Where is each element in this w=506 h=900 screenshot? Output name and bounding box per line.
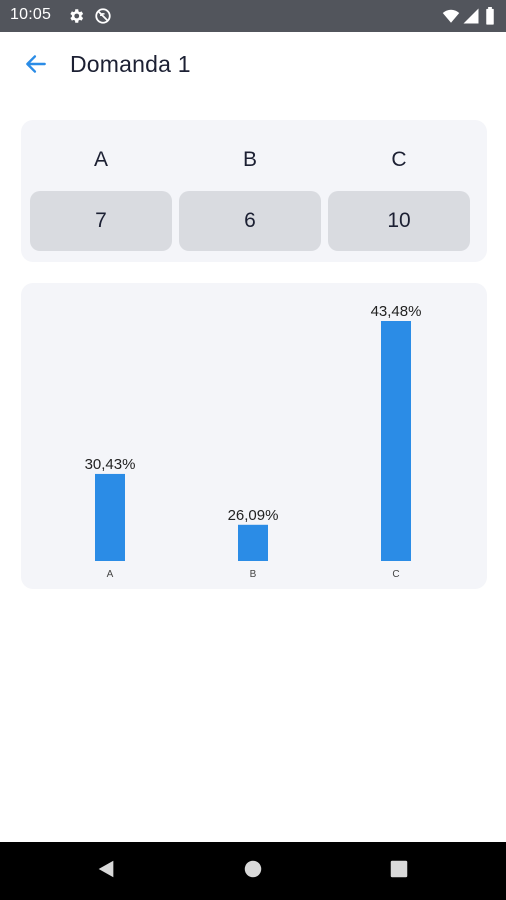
answer-label: A — [93, 148, 108, 171]
status-time: 10:05 — [10, 6, 52, 23]
answer-label: B — [242, 148, 257, 171]
settings-icon — [67, 7, 85, 25]
arrow-left-icon — [23, 51, 49, 82]
screen: 10:05 Domanda 1 A 7 B 6 C 10 30,43% A 26… — [0, 0, 506, 900]
back-button[interactable] — [18, 48, 54, 84]
chart-bar-a — [95, 473, 125, 561]
signal-icon — [462, 7, 480, 25]
back-triangle-icon — [95, 858, 117, 885]
home-circle-icon — [242, 858, 264, 885]
results-bar-chart: 30,43% A 26,09% B 43,48% C — [85, 303, 422, 580]
answer-count-c: C 10 — [328, 120, 470, 262]
answer-count-value: 7 — [30, 191, 172, 251]
chart-bar-c — [381, 321, 411, 561]
app-bar: Domanda 1 — [0, 32, 506, 100]
answer-count-b: B 6 — [179, 120, 321, 262]
chart-x-tick-label: C — [392, 569, 399, 580]
nav-home-button[interactable] — [238, 856, 268, 886]
answer-count-value: 6 — [179, 191, 321, 251]
navigation-bar — [0, 842, 506, 900]
wifi-icon — [442, 7, 460, 25]
nav-recents-button[interactable] — [384, 856, 414, 886]
chart-x-tick-label: B — [250, 569, 257, 580]
answer-count-value: 10 — [328, 191, 470, 251]
answer-label: C — [391, 148, 407, 171]
page-title: Domanda 1 — [70, 51, 191, 77]
answer-counts-card: A 7 B 6 C 10 — [21, 120, 487, 262]
chart-data-label: 26,09% — [228, 507, 279, 524]
chart-data-label: 43,48% — [371, 303, 422, 320]
sync-disabled-icon — [94, 7, 112, 25]
battery-icon — [484, 7, 496, 25]
chart-bar-b — [238, 524, 268, 561]
chart-data-label: 30,43% — [85, 456, 136, 473]
answer-count-a: A 7 — [30, 120, 172, 262]
recents-square-icon — [388, 858, 410, 885]
status-bar: 10:05 — [0, 0, 506, 32]
chart-x-tick-label: A — [107, 569, 114, 580]
results-chart-card: 30,43% A 26,09% B 43,48% C — [21, 283, 487, 589]
nav-back-button[interactable] — [91, 856, 121, 886]
